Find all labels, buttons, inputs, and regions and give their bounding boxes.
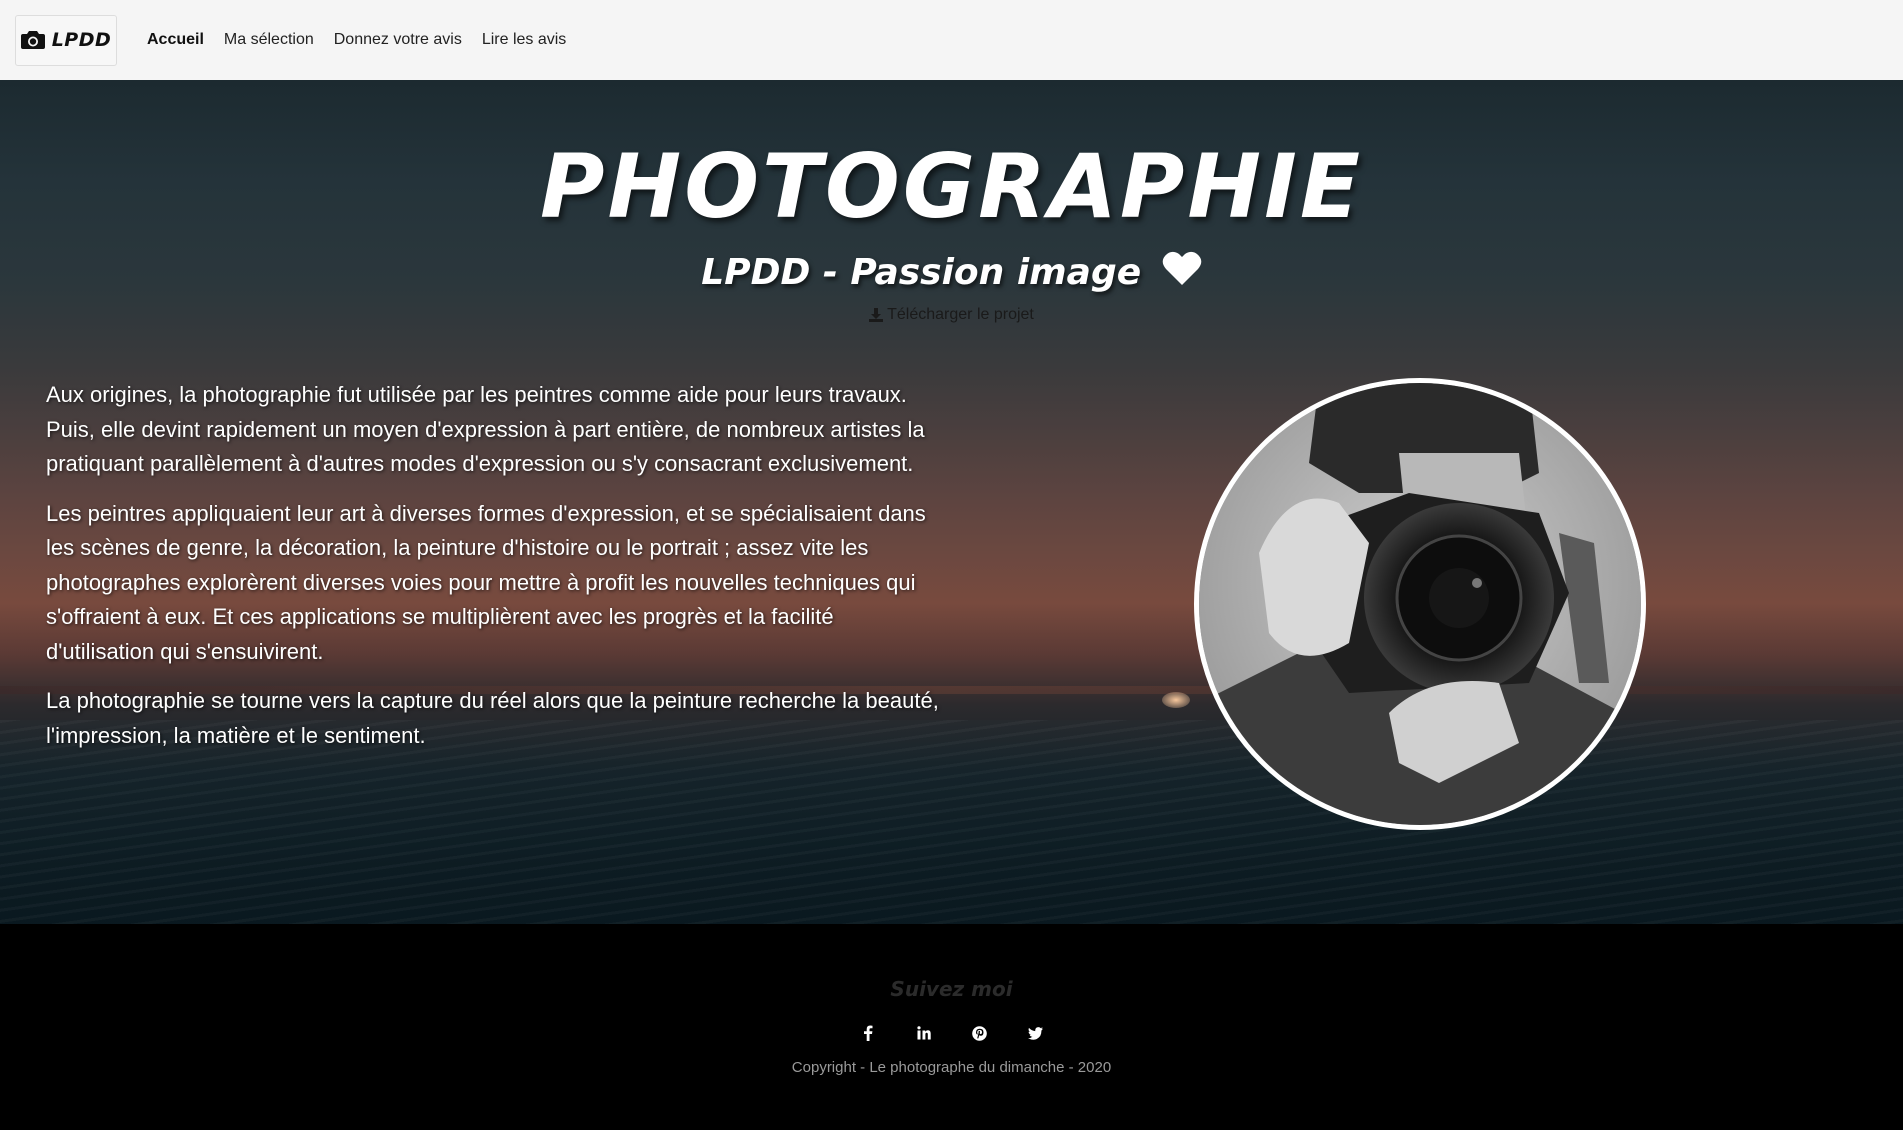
twitter-icon — [1028, 1026, 1043, 1040]
follow-title: Suivez moi — [890, 977, 1013, 1001]
nav-link-ma-selection[interactable]: Ma sélection — [224, 31, 314, 49]
pinterest-link[interactable] — [971, 1024, 989, 1042]
facebook-icon — [863, 1025, 872, 1041]
hero-section: PHOTOGRAPHIE LPDD - Passion image Téléch… — [0, 80, 1903, 924]
brand-text: LPDD — [51, 29, 112, 51]
heart-icon — [1162, 251, 1201, 285]
linkedin-link[interactable] — [915, 1024, 933, 1042]
hero-subtitle: LPDD - Passion image — [0, 250, 1903, 293]
social-links — [0, 1024, 1903, 1042]
navbar: LPDD Accueil Ma sélection Donnez votre a… — [0, 0, 1903, 80]
intro-paragraph-1: Aux origines, la photographie fut utilis… — [46, 382, 925, 476]
nav-link-donnez-votre-avis[interactable]: Donnez votre avis — [334, 31, 462, 49]
brand-logo-link[interactable]: LPDD — [15, 14, 117, 66]
main-nav: Accueil Ma sélection Donnez votre avis L… — [147, 31, 566, 49]
nav-link-lire-les-avis[interactable]: Lire les avis — [482, 31, 566, 49]
download-label: Télécharger le projet — [887, 306, 1034, 323]
download-project-link[interactable]: Télécharger le projet — [0, 306, 1903, 327]
nav-link-accueil[interactable]: Accueil — [147, 31, 204, 49]
photographer-portrait — [1194, 378, 1646, 830]
facebook-link[interactable] — [859, 1024, 877, 1042]
footer: Suivez moi Copyright - Le photographe du… — [0, 924, 1903, 1130]
hero-subtitle-text: LPDD - Passion image — [701, 252, 1142, 293]
linkedin-icon — [916, 1026, 931, 1040]
hero-title: PHOTOGRAPHIE — [540, 135, 1363, 238]
camera-icon — [20, 31, 45, 49]
download-icon — [869, 308, 884, 322]
setting-sun — [1162, 692, 1190, 708]
pinterest-icon — [972, 1025, 987, 1041]
copyright-text: Copyright - Le photographe du dimanche -… — [791, 1059, 1112, 1076]
twitter-link[interactable] — [1027, 1024, 1045, 1042]
portrait-image — [1199, 383, 1641, 825]
intro-text: Aux origines, la photographie fut utilis… — [46, 378, 946, 768]
intro-paragraph-2: Les peintres appliquaient leur art à div… — [46, 500, 926, 664]
intro-paragraph-3: La photographie se tourne vers la captur… — [46, 688, 939, 748]
